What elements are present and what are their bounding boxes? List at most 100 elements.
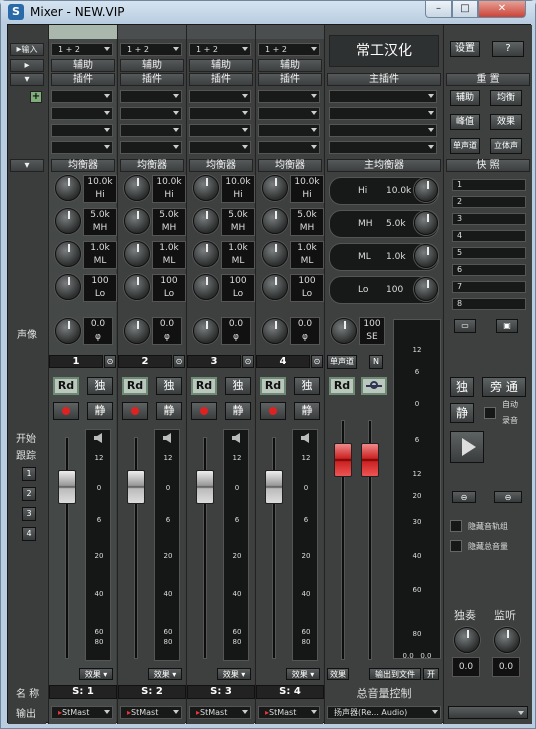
eq-knob[interactable] xyxy=(55,274,81,300)
save-disk-icon[interactable]: ▣ xyxy=(496,319,518,333)
input-expand-button[interactable]: ▸输入 xyxy=(10,43,44,56)
snapshot-slot-6[interactable]: 6 xyxy=(452,264,526,276)
settings-button[interactable]: 设置 xyxy=(450,41,480,57)
bypass-button[interactable]: 旁 通 xyxy=(482,377,526,397)
follow-button-2[interactable]: 2 xyxy=(22,487,36,501)
eq-knob[interactable] xyxy=(193,208,219,234)
volume-fader[interactable] xyxy=(265,470,283,504)
plugin-slot-1[interactable] xyxy=(120,90,182,103)
follow-button-3[interactable]: 3 xyxy=(22,507,36,521)
master-plugin-slot-4[interactable] xyxy=(329,141,437,154)
pan-knob[interactable] xyxy=(124,318,150,344)
solo-button[interactable]: 独 xyxy=(156,377,182,395)
master-eq-knob[interactable] xyxy=(414,211,438,235)
link-icon[interactable] xyxy=(361,377,387,395)
channel-name[interactable]: S: 3 xyxy=(187,685,255,699)
plugin-slot-3[interactable] xyxy=(51,124,113,137)
minimize-button[interactable]: – xyxy=(425,1,452,18)
aux-expand-button[interactable]: ▸ xyxy=(10,59,44,72)
global-solo-button[interactable]: 独 xyxy=(450,377,474,397)
help-button[interactable]: ? xyxy=(492,41,524,57)
plugin-slot-3[interactable] xyxy=(120,124,182,137)
snapshot-slot-8[interactable]: 8 xyxy=(452,298,526,310)
output-to-file-button[interactable]: 输出到文件 xyxy=(369,668,421,680)
channel-menu-icon[interactable]: ⊙ xyxy=(173,355,185,368)
snapshot-slot-1[interactable]: 1 xyxy=(452,179,526,191)
plugin-expand-button[interactable]: ▾ xyxy=(10,73,44,86)
input-select[interactable]: 1 + 2 xyxy=(258,43,320,56)
solo-level-knob[interactable] xyxy=(454,627,480,653)
plugin-slot-2[interactable] xyxy=(51,107,113,120)
pan-knob[interactable] xyxy=(55,318,81,344)
master-plugin-slot-2[interactable] xyxy=(329,107,437,120)
peak-toggle[interactable]: 峰值 xyxy=(450,114,480,130)
plugin-slot-1[interactable] xyxy=(189,90,251,103)
eq-knob[interactable] xyxy=(124,274,150,300)
snapshot-slot-3[interactable]: 3 xyxy=(452,213,526,225)
open-button[interactable]: 开 xyxy=(423,668,439,680)
pan-knob[interactable] xyxy=(193,318,219,344)
plugin-slot-4[interactable] xyxy=(120,141,182,154)
eq-knob[interactable] xyxy=(193,175,219,201)
master-fader-right[interactable] xyxy=(361,443,379,477)
channel-menu-icon[interactable]: ⊙ xyxy=(311,355,323,368)
master-eq-knob[interactable] xyxy=(414,277,438,301)
read-button[interactable]: Rd xyxy=(191,377,217,395)
master-effects-button[interactable]: 效果 xyxy=(327,668,349,680)
output-select[interactable]: ▸StMast xyxy=(258,706,320,719)
master-output-select[interactable]: 扬声器(Re... Audio) xyxy=(327,706,441,719)
hide-tracks-checkbox[interactable] xyxy=(450,520,462,532)
phase-icon[interactable]: φ xyxy=(291,331,319,344)
read-button[interactable]: Rd xyxy=(122,377,148,395)
record-button[interactable] xyxy=(260,402,286,420)
plugin-slot-3[interactable] xyxy=(189,124,251,137)
eq-knob[interactable] xyxy=(262,208,288,234)
speaker-icon[interactable] xyxy=(163,433,171,443)
maximize-button[interactable]: □ xyxy=(452,1,478,18)
mute-button[interactable]: 静 xyxy=(87,402,113,420)
plugin-slot-2[interactable] xyxy=(120,107,182,120)
open-folder-icon[interactable]: ▭ xyxy=(454,319,476,333)
snapshot-slot-2[interactable]: 2 xyxy=(452,196,526,208)
channel-menu-icon[interactable]: ⊙ xyxy=(104,355,116,368)
link-right-icon[interactable]: ⊖ xyxy=(494,491,522,503)
input-select[interactable]: 1 + 2 xyxy=(189,43,251,56)
volume-fader[interactable] xyxy=(196,470,214,504)
record-button[interactable] xyxy=(191,402,217,420)
volume-fader[interactable] xyxy=(127,470,145,504)
effects-button[interactable]: 效果 ▾ xyxy=(148,668,182,680)
read-button[interactable]: Rd xyxy=(53,377,79,395)
read-button[interactable]: Rd xyxy=(260,377,286,395)
eq-knob[interactable] xyxy=(124,241,150,267)
play-button[interactable] xyxy=(450,431,484,463)
eq-knob[interactable] xyxy=(124,175,150,201)
eq-knob[interactable] xyxy=(193,274,219,300)
follow-button-4[interactable]: 4 xyxy=(22,527,36,541)
master-pan-knob[interactable] xyxy=(331,318,357,344)
snapshot-slot-4[interactable]: 4 xyxy=(452,230,526,242)
eq-knob[interactable] xyxy=(55,175,81,201)
plugin-slot-3[interactable] xyxy=(258,124,320,137)
eq-knob[interactable] xyxy=(55,208,81,234)
eq-knob[interactable] xyxy=(262,241,288,267)
phase-icon[interactable]: φ xyxy=(153,331,181,344)
eq-knob[interactable] xyxy=(55,241,81,267)
aux-toggle[interactable]: 辅助 xyxy=(450,90,480,106)
effects-button[interactable]: 效果 ▾ xyxy=(286,668,320,680)
speaker-icon[interactable] xyxy=(232,433,240,443)
speaker-icon[interactable] xyxy=(301,433,309,443)
master-eq-band-4[interactable]: Lo 100 xyxy=(329,276,439,304)
channel-name[interactable]: S: 2 xyxy=(118,685,186,699)
title-bar[interactable]: S Mixer - NEW.VIP – □ ✕ xyxy=(1,1,535,23)
record-button[interactable] xyxy=(53,402,79,420)
output-select[interactable]: ▸StMast xyxy=(51,706,113,719)
plugin-slot-1[interactable] xyxy=(258,90,320,103)
n-button[interactable]: N xyxy=(369,355,383,369)
output-select[interactable]: ▸StMast xyxy=(120,706,182,719)
input-select[interactable]: 1 + 2 xyxy=(51,43,113,56)
eq-knob[interactable] xyxy=(193,241,219,267)
effects-toggle[interactable]: 效果 xyxy=(490,114,522,130)
stereo-toggle[interactable]: 立体声 xyxy=(490,138,522,154)
master-eq-knob[interactable] xyxy=(414,244,438,268)
mono-button[interactable]: 单声道 xyxy=(327,355,357,369)
